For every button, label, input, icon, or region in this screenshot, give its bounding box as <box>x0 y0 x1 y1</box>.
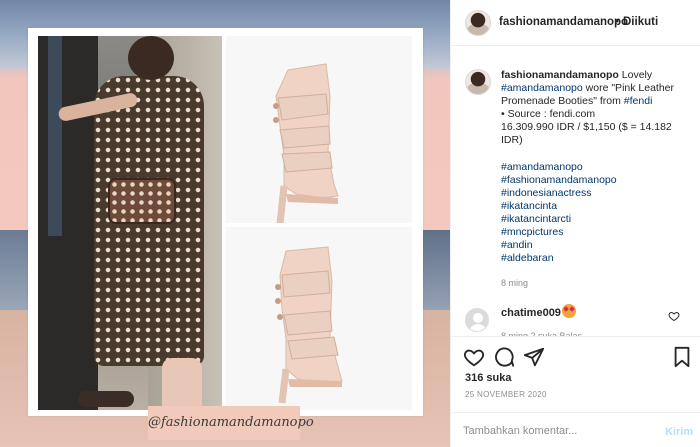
photo-handbag <box>108 178 176 224</box>
hashtag-link[interactable]: #amandamanopo <box>501 161 691 174</box>
caption-text: fashionamandamanopo Lovely #amandamanopo… <box>501 69 691 147</box>
caption-price: 16.309.990 IDR / $1,150 ($ = 14.182 IDR) <box>501 121 672 146</box>
caption-source: • Source : fendi.com <box>501 108 596 120</box>
caption-time-ago: 8 ming <box>501 278 529 288</box>
caption-avatar[interactable] <box>465 69 491 95</box>
hashtag-link[interactable]: #fashionamandamanopo <box>501 174 691 187</box>
caption-username[interactable]: fashionamandamanopo <box>501 69 619 81</box>
watermark-text: @fashionamandamanopo <box>148 406 314 440</box>
comment-input[interactable] <box>463 425 653 437</box>
outfit-photo <box>38 36 222 410</box>
hashtag-link[interactable]: #ikatancinta <box>501 200 691 213</box>
hashtag-link[interactable]: #andin <box>501 239 691 252</box>
comment-username[interactable]: chatime009 <box>501 307 561 319</box>
caption-text-1: Lovely <box>621 69 653 81</box>
save-icon[interactable] <box>672 346 692 368</box>
comment-icon[interactable] <box>493 346 515 368</box>
boot-product-photo-front <box>226 227 412 410</box>
photo-man-shirt <box>48 36 62 236</box>
comment-avatar[interactable] <box>465 308 489 332</box>
photo-boot <box>162 358 202 410</box>
comment-like-heart-icon[interactable] <box>668 310 680 322</box>
hashtag-link[interactable]: #mncpictures <box>501 226 691 239</box>
boot-product-photo-side <box>226 36 412 223</box>
heart-eyes-emoji-icon <box>562 304 576 318</box>
hashtag-link[interactable]: #ikatancintarcti <box>501 213 691 226</box>
header-username[interactable]: fashionamandamanopo <box>499 16 628 28</box>
hashtag-link[interactable]: #indonesianactress <box>501 187 691 200</box>
photo-man <box>38 36 98 410</box>
share-icon[interactable] <box>523 346 545 368</box>
follow-status-button[interactable]: Diikuti <box>623 16 658 28</box>
post-side-panel: fashionamandamanopo • Diikuti fashionama… <box>450 0 700 447</box>
heart-icon[interactable] <box>463 346 485 368</box>
post-header: fashionamandamanopo • Diikuti <box>451 0 700 46</box>
comment-box: Kirim <box>451 412 700 447</box>
send-comment-button[interactable]: Kirim <box>665 426 693 438</box>
caption-brand-tag[interactable]: #fendi <box>624 95 653 107</box>
hashtag-link[interactable]: #aldebaran <box>501 252 691 265</box>
caption-mention[interactable]: #amandamanopo <box>501 82 583 94</box>
action-bar <box>451 336 700 376</box>
avatar[interactable] <box>465 10 491 36</box>
header-separator: • <box>615 16 620 28</box>
post-date: 25 NOVEMBER 2020 <box>465 390 547 399</box>
hashtag-list: #amandamanopo #fashionamandamanopo #indo… <box>501 161 691 265</box>
photo-man-shoe <box>78 391 134 407</box>
post-image[interactable]: @fashionamandamanopo <box>0 0 450 447</box>
like-count[interactable]: 316 suka <box>465 372 511 384</box>
caption-area: fashionamandamanopo Lovely #amandamanopo… <box>451 46 700 336</box>
photo-head <box>128 36 174 80</box>
